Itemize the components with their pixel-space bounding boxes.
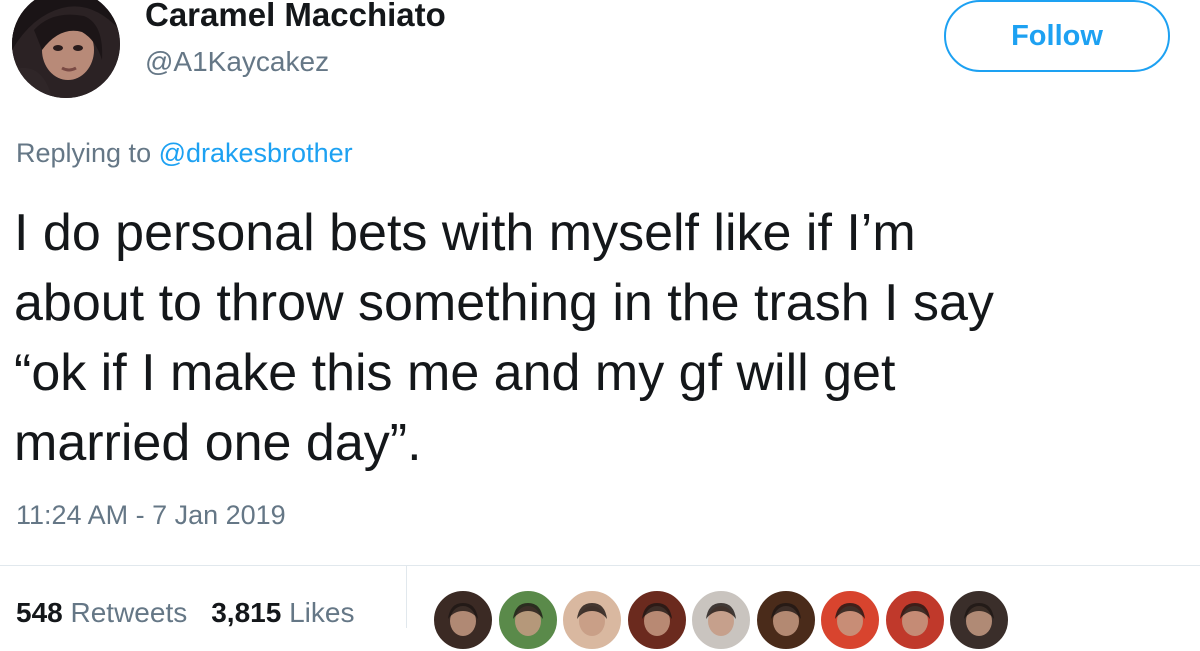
user-avatar[interactable] — [12, 0, 120, 98]
likes-stat[interactable]: 3,815 Likes — [211, 597, 354, 629]
user-display-name[interactable]: Caramel Macchiato — [145, 0, 446, 34]
tweet-stats: 548 Retweets 3,815 Likes — [16, 597, 378, 629]
follow-button[interactable]: Follow — [944, 0, 1170, 72]
tweet-timestamp[interactable]: 11:24 AM - 7 Jan 2019 — [16, 500, 286, 531]
liker-avatar-3[interactable] — [561, 589, 623, 651]
tweet-line: about to throw something in the trash I … — [14, 274, 994, 332]
person-photo-icon — [642, 603, 672, 636]
liker-avatar-4[interactable] — [626, 589, 688, 651]
reply-target-link[interactable]: @drakesbrother — [159, 138, 353, 168]
person-photo-icon — [577, 603, 607, 636]
replying-to-label: Replying to — [16, 138, 159, 168]
likes-count: 3,815 — [211, 597, 282, 628]
liker-avatar-1[interactable] — [432, 589, 494, 651]
person-photo-icon — [513, 603, 543, 636]
user-handle[interactable]: @A1Kaycakez — [145, 46, 329, 78]
profile-photo-icon — [12, 0, 120, 98]
retweets-count: 548 — [16, 597, 63, 628]
retweets-stat[interactable]: 548 Retweets — [16, 597, 187, 629]
person-photo-icon — [448, 603, 478, 636]
divider — [0, 565, 1200, 566]
liker-avatar-5[interactable] — [690, 589, 752, 651]
liker-avatar-7[interactable] — [819, 589, 881, 651]
tweet-line: “ok if I make this me and my gf will get — [14, 344, 896, 402]
replying-to-line: Replying to @drakesbrother — [16, 138, 353, 169]
person-photo-icon — [835, 603, 865, 636]
person-photo-icon — [771, 603, 801, 636]
liker-avatar-8[interactable] — [884, 589, 946, 651]
retweets-label: Retweets — [70, 597, 188, 628]
person-photo-icon — [964, 603, 994, 636]
person-photo-icon — [706, 603, 736, 636]
likes-label: Likes — [289, 597, 355, 628]
stats-divider — [406, 566, 407, 628]
tweet-line: I do personal bets with myself like if I… — [14, 204, 916, 262]
tweet-line: married one day”. — [14, 414, 422, 472]
liker-avatar-2[interactable] — [497, 589, 559, 651]
tweet-text: I do personal bets with myself like if I… — [14, 198, 1194, 478]
liker-avatar-9[interactable] — [948, 589, 1010, 651]
liker-avatar-6[interactable] — [755, 589, 817, 651]
person-photo-icon — [900, 603, 930, 636]
